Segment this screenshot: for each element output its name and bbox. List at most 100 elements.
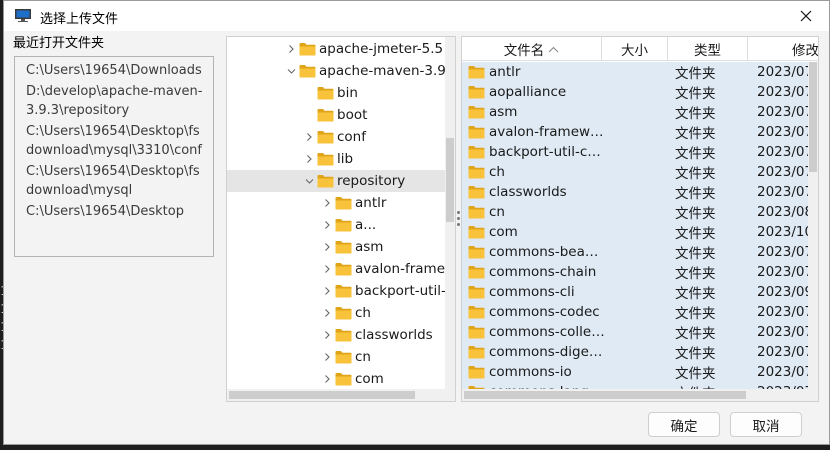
tree-vertical-scroll-thumb[interactable]: [446, 138, 454, 222]
file-list-row[interactable]: commons-digest... 文件夹 2023/07: [462, 342, 810, 362]
ok-button[interactable]: 确定: [648, 412, 720, 437]
tree-item[interactable]: avalon-framework: [227, 258, 445, 280]
file-list-vertical-scroll-thumb[interactable]: [809, 62, 817, 172]
tree-item[interactable]: backport-util-concurrent: [227, 280, 445, 302]
recent-folder-item[interactable]: C:\Users\19654\Desktop\fsdownload\mysql: [26, 162, 203, 201]
file-list-row[interactable]: commons-beanu... 文件夹 2023/07: [462, 242, 810, 262]
file-list-row[interactable]: commons-io 文件夹 2023/07: [462, 362, 810, 382]
file-list-row[interactable]: asm 文件夹 2023/07: [462, 102, 810, 122]
tree-expander[interactable]: [319, 324, 335, 346]
tree-expander[interactable]: [319, 258, 335, 280]
file-name: commons-digest...: [489, 344, 606, 360]
tree-item[interactable]: cn: [227, 346, 445, 368]
file-type: 文件夹: [675, 126, 716, 142]
file-list-horizontal-scrollbar[interactable]: [462, 389, 818, 401]
tree-item[interactable]: apache-jmeter-5.5: [227, 38, 445, 60]
file-type: 文件夹: [675, 306, 716, 322]
tree-item[interactable]: boot: [227, 104, 445, 126]
file-list-row[interactable]: aopalliance 文件夹 2023/07: [462, 82, 810, 102]
tree-item[interactable]: bin: [227, 82, 445, 104]
tree-vertical-scrollbar[interactable]: [445, 37, 455, 391]
file-modified: 2023/07: [757, 324, 810, 340]
tree-expander[interactable]: [319, 346, 335, 368]
file-name: asm: [489, 104, 518, 120]
file-list-horizontal-scroll-thumb[interactable]: [464, 391, 746, 399]
folder-icon: [335, 351, 352, 364]
file-list-row[interactable]: commons-collec... 文件夹 2023/07: [462, 322, 810, 342]
tree-item[interactable]: lib: [227, 148, 445, 170]
folder-icon: [468, 206, 485, 219]
tree-item[interactable]: a...: [227, 214, 445, 236]
tree-item[interactable]: com: [227, 368, 445, 390]
tree-expander[interactable]: [283, 38, 299, 60]
tree-expander[interactable]: [319, 302, 335, 324]
file-list-row[interactable]: commons-codec 文件夹 2023/07: [462, 302, 810, 322]
tree-item[interactable]: repository: [227, 170, 445, 192]
folder-icon: [468, 186, 485, 199]
tree-item[interactable]: asm: [227, 236, 445, 258]
tree-item-label: classworlds: [355, 327, 433, 343]
tree-expander[interactable]: [319, 214, 335, 236]
recent-folder-item[interactable]: C:\Users\19654\Desktop\fsdownload\mysql\…: [26, 122, 203, 161]
tree-expander[interactable]: [283, 60, 299, 82]
recent-folders-list: C:\Users\19654\Downloads D:\develop\apach…: [14, 56, 214, 257]
tree-item-label: apache-maven-3.9.3: [319, 63, 445, 79]
tree-expander[interactable]: [319, 236, 335, 258]
tree-expander[interactable]: [319, 192, 335, 214]
file-list-row[interactable]: backport-util-co... 文件夹 2023/07: [462, 142, 810, 162]
file-list-row[interactable]: antlr 文件夹 2023/07: [462, 62, 810, 82]
file-type: 文件夹: [675, 186, 716, 202]
cancel-button[interactable]: 取消: [730, 412, 802, 437]
folder-icon: [468, 146, 485, 159]
tree-horizontal-scrollbar[interactable]: [227, 389, 455, 401]
file-name: commons-chain: [489, 264, 597, 280]
file-list-row[interactable]: com 文件夹 2023/10: [462, 222, 810, 242]
pane-splitter-handle[interactable]: [457, 211, 460, 227]
tree-expander[interactable]: [301, 148, 317, 170]
column-header-name[interactable]: 文件名: [462, 37, 602, 61]
tree-item[interactable]: apache-maven-3.9.3: [227, 60, 445, 82]
chevron-right-icon: [306, 155, 312, 163]
recent-folder-item[interactable]: D:\develop\apache-maven-3.9.3\repository: [26, 82, 203, 121]
file-name: com: [489, 224, 518, 240]
tree-expander[interactable]: [319, 368, 335, 390]
tree-item[interactable]: ch: [227, 302, 445, 324]
tree-expander: [301, 82, 317, 104]
folder-icon: [317, 131, 334, 144]
tree-expander[interactable]: [301, 126, 317, 148]
tree-item-label: com: [355, 371, 384, 387]
file-list-row[interactable]: commons-chain 文件夹 2023/07: [462, 262, 810, 282]
column-header-type[interactable]: 类型: [668, 37, 748, 61]
file-type: 文件夹: [675, 226, 716, 242]
monitor-app-icon: [15, 9, 31, 22]
tree-item[interactable]: classworlds: [227, 324, 445, 346]
file-list-row[interactable]: ch 文件夹 2023/07: [462, 162, 810, 182]
tree-item[interactable]: conf: [227, 126, 445, 148]
close-button[interactable]: [783, 1, 829, 31]
recent-folder-item[interactable]: C:\Users\19654\Desktop: [26, 202, 203, 222]
folder-icon: [335, 241, 352, 254]
file-list-row[interactable]: commons-cli 文件夹 2023/09: [462, 282, 810, 302]
folder-icon: [299, 65, 316, 78]
folder-icon: [468, 266, 485, 279]
column-header-modified-label: 修改: [792, 43, 819, 59]
tree-expander[interactable]: [319, 280, 335, 302]
file-modified: 2023/07: [757, 64, 810, 80]
file-list-row[interactable]: classworlds 文件夹 2023/07: [462, 182, 810, 202]
chevron-down-icon: [305, 179, 313, 184]
file-list-row[interactable]: avalon-framework 文件夹 2023/07: [462, 122, 810, 142]
tree-expander[interactable]: [301, 170, 317, 192]
file-list-row[interactable]: cn 文件夹 2023/08: [462, 202, 810, 222]
folder-icon: [317, 109, 334, 122]
file-list-vertical-scrollbar[interactable]: [808, 62, 818, 390]
column-header-modified[interactable]: 修改: [748, 37, 819, 61]
recent-folder-item[interactable]: C:\Users\19654\Downloads: [26, 61, 203, 81]
tree-item[interactable]: antlr: [227, 192, 445, 214]
window-title: 选择上传文件: [40, 12, 119, 27]
file-modified: 2023/08: [757, 204, 810, 220]
title-bar: 选择上传文件: [4, 1, 829, 31]
column-header-type-label: 类型: [694, 43, 721, 59]
tree-horizontal-scroll-thumb[interactable]: [229, 391, 415, 399]
folder-icon: [468, 346, 485, 359]
column-header-size[interactable]: 大小: [602, 37, 668, 61]
